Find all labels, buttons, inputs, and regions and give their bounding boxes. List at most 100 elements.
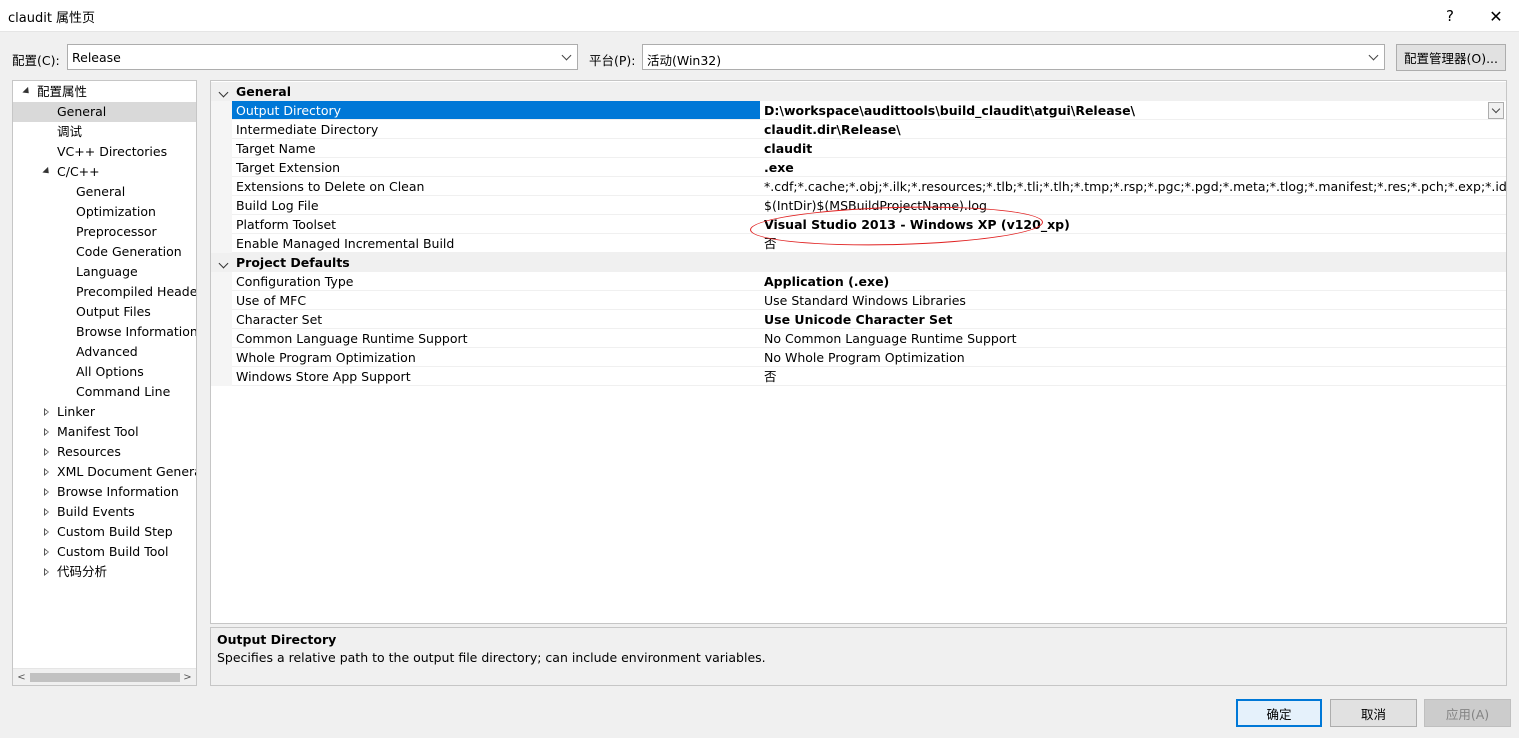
- tree-item[interactable]: 调试: [13, 122, 196, 142]
- tree-item[interactable]: Code Generation: [13, 242, 196, 262]
- tree-item[interactable]: General: [13, 102, 196, 122]
- chevron-down-icon[interactable]: [1488, 102, 1504, 119]
- property-value-text: D:\workspace\audittools\build_claudit\at…: [764, 103, 1136, 118]
- property-value[interactable]: Use Unicode Character Set: [760, 310, 1506, 329]
- grid-row[interactable]: Extensions to Delete on Clean *.cdf;*.cac…: [211, 177, 1506, 196]
- property-value-text: Use Standard Windows Libraries: [764, 293, 966, 308]
- tree-item[interactable]: VC++ Directories: [13, 142, 196, 162]
- tree-item[interactable]: Manifest Tool: [13, 422, 196, 442]
- config-select[interactable]: Release: [67, 44, 578, 70]
- property-value[interactable]: .exe: [760, 158, 1506, 177]
- scroll-thumb[interactable]: [30, 673, 180, 682]
- grid-row[interactable]: Target Extension .exe: [211, 158, 1506, 177]
- collapsed-arrow-icon[interactable]: [42, 402, 52, 422]
- property-name[interactable]: Intermediate Directory: [232, 120, 760, 139]
- tree-item[interactable]: Build Events: [13, 502, 196, 522]
- property-value[interactable]: 否: [760, 367, 1506, 386]
- tree-item-label: 代码分析: [57, 564, 108, 579]
- tree-item-label: Resources: [57, 444, 121, 459]
- property-name[interactable]: Output Directory: [232, 101, 760, 120]
- grid-gutter: [211, 177, 232, 196]
- grid-row[interactable]: Intermediate Directory claudit.dir\Releas…: [211, 120, 1506, 139]
- grid-row[interactable]: Whole Program Optimization No Whole Progr…: [211, 348, 1506, 367]
- grid-row[interactable]: Use of MFC Use Standard Windows Libraries: [211, 291, 1506, 310]
- collapsed-arrow-icon[interactable]: [42, 502, 52, 522]
- collapsed-arrow-icon[interactable]: [42, 522, 52, 542]
- tree-item[interactable]: Advanced: [13, 342, 196, 362]
- grid-row[interactable]: Output Directory D:\workspace\audittools\…: [211, 101, 1506, 120]
- property-name[interactable]: Use of MFC: [232, 291, 760, 310]
- property-value[interactable]: D:\workspace\audittools\build_claudit\at…: [760, 101, 1506, 120]
- tree-item[interactable]: C/C++: [13, 162, 196, 182]
- grid-row[interactable]: Target Name claudit: [211, 139, 1506, 158]
- collapsed-arrow-icon[interactable]: [42, 562, 52, 582]
- property-value[interactable]: Use Standard Windows Libraries: [760, 291, 1506, 310]
- property-name[interactable]: Target Extension: [232, 158, 760, 177]
- tree-item[interactable]: XML Document Generator: [13, 462, 196, 482]
- tree-item[interactable]: Command Line: [13, 382, 196, 402]
- expanded-arrow-icon[interactable]: [42, 162, 52, 182]
- property-name[interactable]: Target Name: [232, 139, 760, 158]
- grid-row[interactable]: Character Set Use Unicode Character Set: [211, 310, 1506, 329]
- property-name[interactable]: Platform Toolset: [232, 215, 760, 234]
- collapsed-arrow-icon[interactable]: [42, 442, 52, 462]
- scroll-left-icon[interactable]: <: [13, 669, 30, 685]
- property-value[interactable]: No Whole Program Optimization: [760, 348, 1506, 367]
- tree-horizontal-scrollbar[interactable]: < >: [13, 668, 196, 685]
- property-name[interactable]: Whole Program Optimization: [232, 348, 760, 367]
- property-name[interactable]: Build Log File: [232, 196, 760, 215]
- tree-item[interactable]: 配置属性: [13, 82, 196, 102]
- scroll-right-icon[interactable]: >: [179, 669, 196, 685]
- tree-item[interactable]: Optimization: [13, 202, 196, 222]
- property-value-text: No Whole Program Optimization: [764, 350, 965, 365]
- collapsed-arrow-icon[interactable]: [42, 462, 52, 482]
- close-button[interactable]: ✕: [1474, 0, 1518, 32]
- property-value-text: claudit.dir\Release\: [764, 122, 901, 137]
- property-name[interactable]: Enable Managed Incremental Build: [232, 234, 760, 253]
- tree-item[interactable]: Linker: [13, 402, 196, 422]
- chevron-down-icon[interactable]: [217, 253, 229, 272]
- property-value[interactable]: No Common Language Runtime Support: [760, 329, 1506, 348]
- ok-button[interactable]: 确定: [1236, 699, 1322, 727]
- tree-item[interactable]: Browse Information: [13, 482, 196, 502]
- tree-item[interactable]: Browse Information: [13, 322, 196, 342]
- tree-item[interactable]: Precompiled Header: [13, 282, 196, 302]
- property-value[interactable]: claudit: [760, 139, 1506, 158]
- cancel-button[interactable]: 取消: [1330, 699, 1417, 727]
- apply-button[interactable]: 应用(A): [1424, 699, 1511, 727]
- grid-gutter: [211, 291, 232, 310]
- collapsed-arrow-icon[interactable]: [42, 482, 52, 502]
- grid-row[interactable]: Windows Store App Support 否: [211, 367, 1506, 386]
- tree-item[interactable]: All Options: [13, 362, 196, 382]
- property-value[interactable]: *.cdf;*.cache;*.obj;*.ilk;*.resources;*.…: [760, 177, 1506, 196]
- chevron-down-icon: [559, 48, 573, 66]
- property-value[interactable]: claudit.dir\Release\: [760, 120, 1506, 139]
- property-value[interactable]: Application (.exe): [760, 272, 1506, 291]
- tree-item[interactable]: Language: [13, 262, 196, 282]
- tree-item[interactable]: 代码分析: [13, 562, 196, 582]
- tree-item[interactable]: Resources: [13, 442, 196, 462]
- tree-item[interactable]: Preprocessor: [13, 222, 196, 242]
- collapsed-arrow-icon[interactable]: [42, 422, 52, 442]
- tree-item[interactable]: Custom Build Tool: [13, 542, 196, 562]
- tree-item[interactable]: General: [13, 182, 196, 202]
- property-name[interactable]: Character Set: [232, 310, 760, 329]
- tree-item[interactable]: Custom Build Step: [13, 522, 196, 542]
- config-select-value: Release: [72, 50, 121, 65]
- property-name[interactable]: Extensions to Delete on Clean: [232, 177, 760, 196]
- property-name[interactable]: Common Language Runtime Support: [232, 329, 760, 348]
- expanded-arrow-icon[interactable]: [22, 82, 32, 102]
- property-name[interactable]: Windows Store App Support: [232, 367, 760, 386]
- grid-row[interactable]: Configuration Type Application (.exe): [211, 272, 1506, 291]
- collapsed-arrow-icon[interactable]: [42, 542, 52, 562]
- platform-select[interactable]: 活动(Win32): [642, 44, 1385, 70]
- grid-category[interactable]: Project Defaults: [211, 253, 1506, 272]
- property-name[interactable]: Configuration Type: [232, 272, 760, 291]
- grid-row[interactable]: Common Language Runtime Support No Common…: [211, 329, 1506, 348]
- grid-category[interactable]: General: [211, 82, 1506, 101]
- configuration-manager-button[interactable]: 配置管理器(O)...: [1396, 44, 1506, 71]
- help-button[interactable]: ?: [1428, 0, 1472, 32]
- tree-item[interactable]: Output Files: [13, 302, 196, 322]
- tree-item-label: All Options: [76, 364, 144, 379]
- chevron-down-icon[interactable]: [217, 82, 229, 101]
